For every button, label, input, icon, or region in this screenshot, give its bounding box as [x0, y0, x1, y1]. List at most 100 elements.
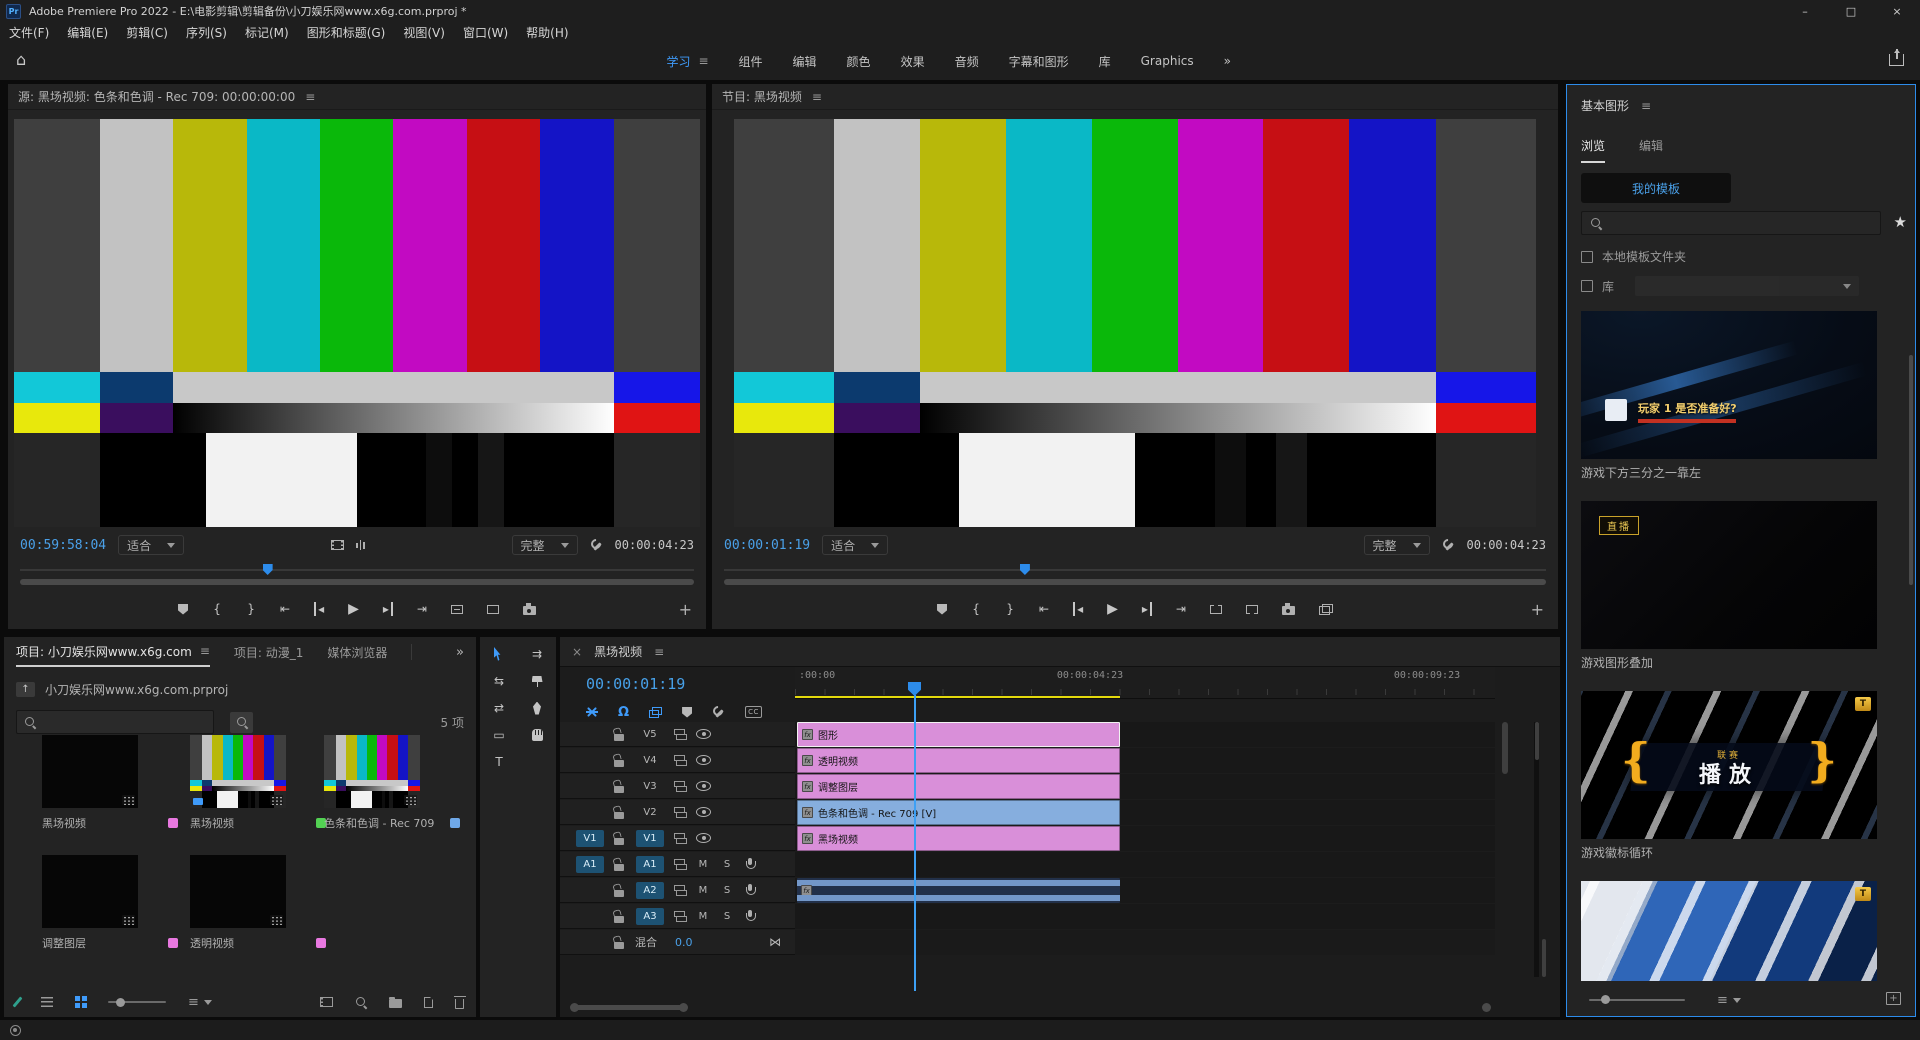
track-name[interactable]: V5 [643, 729, 656, 740]
sync-lock-icon[interactable] [674, 807, 687, 818]
label-color-swatch[interactable] [316, 938, 326, 948]
workspace-tab-color[interactable]: 颜色 [847, 53, 871, 70]
lock-icon[interactable] [614, 754, 625, 767]
program-quality-select[interactable]: 完整 [1364, 535, 1430, 555]
icon-view-icon[interactable] [75, 996, 80, 1001]
play-button[interactable]: ▶ [1107, 601, 1118, 617]
template-thumbnail[interactable]: T [1581, 881, 1877, 981]
ripple-edit-tool[interactable]: ⇆ [486, 672, 512, 690]
settings-wrench-icon[interactable] [590, 539, 603, 552]
tab-media-browser[interactable]: 媒体浏览器 [327, 637, 387, 667]
source-patch-a1[interactable]: A1 [576, 856, 604, 873]
template-card[interactable]: { } 联赛 播放 T [1581, 691, 1877, 839]
clip-transparent-video[interactable]: fx 透明视频 [797, 748, 1120, 773]
voiceover-record-icon[interactable] [744, 910, 756, 923]
list-view-icon[interactable] [41, 997, 53, 1007]
timeline-vertical-scrollbar[interactable] [1501, 722, 1509, 977]
close-button[interactable]: × [1874, 0, 1920, 22]
toggle-track-output-icon[interactable] [696, 807, 711, 817]
hand-tool[interactable] [524, 726, 550, 744]
automate-to-sequence-icon[interactable] [320, 997, 333, 1007]
menu-edit[interactable]: 编辑(E) [58, 22, 117, 42]
timeline-scroll-handle[interactable] [1482, 1003, 1491, 1012]
menu-view[interactable]: 视图(V) [394, 22, 454, 42]
template-thumbnail[interactable]: 玩家 1 是否准备好? [1581, 311, 1877, 459]
search-bin-icon[interactable] [230, 712, 253, 733]
clip-black-video[interactable]: fx 黑场视频 [797, 826, 1120, 851]
local-templates-checkbox[interactable] [1581, 251, 1593, 263]
lock-icon[interactable] [614, 832, 625, 845]
project-breadcrumb[interactable]: 小刀娱乐网www.x6g.com.prproj [45, 681, 228, 698]
install-template-icon[interactable]: + [1886, 992, 1901, 1005]
play-button[interactable]: ▶ [348, 601, 359, 617]
clip-thumbnail[interactable] [42, 735, 138, 808]
sequence-thumbnail[interactable] [190, 735, 286, 808]
source-playhead[interactable] [263, 564, 273, 575]
sync-lock-icon[interactable] [674, 833, 687, 844]
lock-icon[interactable] [614, 936, 625, 949]
menu-file[interactable]: 文件(F) [0, 22, 58, 42]
template-card[interactable]: T [1581, 881, 1877, 981]
go-to-in-button[interactable]: ⇤ [1039, 602, 1049, 616]
clip-graphics[interactable]: fx 图形 [797, 722, 1120, 747]
menu-graphics[interactable]: 图形和标题(G) [298, 22, 395, 42]
panel-menu-icon[interactable]: ≡ [812, 90, 822, 104]
source-zoom-scrollbar[interactable] [20, 579, 694, 585]
sync-lock-icon[interactable] [674, 885, 687, 896]
panel-overflow-button[interactable]: » [456, 645, 464, 660]
maximize-button[interactable]: □ [1828, 0, 1874, 22]
template-search-input[interactable] [1581, 211, 1881, 235]
selection-tool[interactable] [486, 645, 512, 663]
toggle-track-output-icon[interactable] [696, 755, 711, 765]
lock-icon[interactable] [614, 910, 625, 923]
keyframe-toggle-icon[interactable]: ⋈ [769, 935, 781, 949]
sync-lock-icon[interactable] [674, 781, 687, 792]
new-bin-icon[interactable] [389, 999, 402, 1008]
menu-clip[interactable]: 剪辑(C) [117, 22, 177, 42]
drag-audio-only-icon[interactable] [356, 539, 365, 551]
go-to-out-button[interactable]: ⇥ [417, 602, 427, 616]
button-editor-button[interactable]: + [679, 592, 692, 626]
mix-level-value[interactable]: 0.0 [675, 936, 693, 949]
snap-magnet-icon[interactable]: Ω [618, 705, 629, 720]
lock-icon[interactable] [614, 858, 625, 871]
workspace-tab-learning[interactable]: 学习≡ [666, 53, 708, 70]
step-forward-button[interactable]: ▸ [383, 602, 393, 616]
workspace-overflow-button[interactable]: » [1224, 54, 1231, 68]
voiceover-record-icon[interactable] [744, 884, 756, 897]
go-to-in-button[interactable]: ⇤ [280, 602, 290, 616]
program-timecode[interactable]: 00:00:01:19 [724, 538, 810, 553]
clip-audio[interactable]: fx [797, 878, 1120, 903]
source-scrubber[interactable] [20, 563, 694, 575]
source-timecode[interactable]: 00:59:58:04 [20, 538, 106, 553]
favorites-star-icon[interactable]: ★ [1894, 213, 1907, 231]
workspace-tab-audio[interactable]: 音频 [955, 53, 979, 70]
libraries-checkbox[interactable] [1581, 280, 1593, 292]
mark-out-button[interactable]: } [1005, 602, 1015, 616]
export-share-icon[interactable] [1889, 54, 1904, 66]
home-icon[interactable]: ⌂ [16, 50, 26, 69]
panel-menu-icon[interactable]: ≡ [305, 90, 315, 104]
timeline-tab[interactable]: 黑场视频 [594, 643, 642, 660]
timeline-playhead-line[interactable] [914, 695, 916, 991]
workspace-tab-effects[interactable]: 效果 [901, 53, 925, 70]
track-name[interactable]: V4 [643, 755, 656, 766]
settings-wrench-icon[interactable] [1442, 539, 1455, 552]
menu-markers[interactable]: 标记(M) [236, 22, 298, 42]
pen-tool[interactable] [524, 699, 550, 717]
track-name[interactable]: A3 [636, 908, 664, 925]
slip-tool[interactable]: ⇄ [486, 699, 512, 717]
timeline-ruler[interactable]: :00:00 00:00:04:23 00:00:09:23 [795, 667, 1495, 699]
lift-button[interactable] [1210, 605, 1222, 614]
track-name[interactable]: V1 [636, 830, 664, 847]
panel-menu-icon[interactable]: ≡ [654, 645, 664, 659]
workspace-tab-libraries[interactable]: 库 [1099, 53, 1111, 70]
lock-icon[interactable] [614, 806, 625, 819]
templates-scrollbar[interactable] [1909, 355, 1913, 585]
source-patch-v1[interactable]: V1 [576, 830, 604, 847]
mark-out-button[interactable]: } [246, 602, 256, 616]
clip-thumbnail[interactable] [190, 855, 286, 928]
toggle-track-output-icon[interactable] [696, 781, 711, 791]
solo-button[interactable]: S [719, 859, 735, 870]
rectangle-tool[interactable]: ▭ [486, 726, 512, 744]
